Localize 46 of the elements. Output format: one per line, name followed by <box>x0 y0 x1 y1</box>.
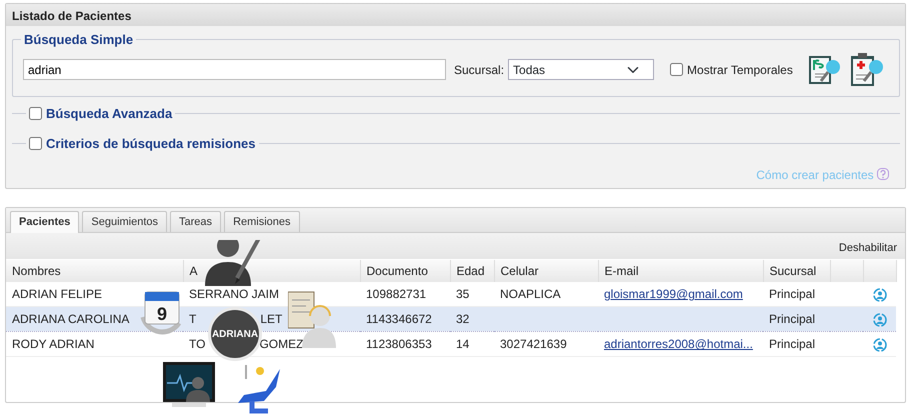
checkbox[interactable] <box>29 137 42 150</box>
person-pen-icon[interactable] <box>203 240 263 286</box>
panel-title: Listado de Pacientes <box>6 4 905 26</box>
table-cell: Principal <box>769 312 816 326</box>
search-field[interactable]: adrian <box>23 59 446 80</box>
table-cell: 1123806353 <box>366 337 432 352</box>
table-cell: LET <box>260 312 282 326</box>
email-link[interactable]: gloismar1999@gmail.com <box>604 287 743 302</box>
table-cell: 14 <box>456 337 470 352</box>
email-link[interactable]: adriantorres2008@hotmai... <box>604 337 753 352</box>
table-cell: ADRIAN FELIPE <box>12 287 102 302</box>
column-header[interactable]: A <box>190 264 198 278</box>
checkbox-label: Mostrar Temporales <box>687 62 793 79</box>
table-cell: 109882731 <box>366 287 426 302</box>
checkbox[interactable] <box>670 63 684 76</box>
table-cell: 35 <box>456 287 470 302</box>
field-label: Sucursal: <box>454 62 504 79</box>
clipboard-search-icon[interactable] <box>849 52 885 88</box>
table-cell: GOMEZ <box>259 337 304 352</box>
user-circle-icon[interactable] <box>872 288 886 302</box>
table-cell: SERRANO JAIM <box>189 287 280 302</box>
user-circle-icon[interactable] <box>872 338 886 352</box>
user-circle-icon[interactable] <box>872 313 886 328</box>
branch-select[interactable]: Todas <box>508 59 654 80</box>
table-cell: RODY ADRIAN <box>12 337 94 352</box>
table-cell: NOAPLICA <box>500 287 561 302</box>
table-cell: 3027421639 <box>500 337 567 352</box>
disable-link[interactable]: Deshabilitar <box>838 242 897 254</box>
checkbox[interactable] <box>29 106 42 120</box>
section-label: Búsqueda Avanzada <box>46 106 172 122</box>
column-header[interactable]: Nombres <box>12 264 61 278</box>
table-cell: ADRIANA CAROLINA <box>12 312 130 326</box>
table-cell: Principal <box>769 287 816 302</box>
monitor-person-icon[interactable] <box>162 361 216 409</box>
table-cell: TO <box>189 337 206 352</box>
table-cell: 1143346672 <box>366 312 432 326</box>
table-cell: 32 <box>456 312 470 326</box>
tab[interactable]: Remisiones <box>224 210 300 232</box>
section-label: Criterios de búsqueda remisiones <box>46 136 256 152</box>
fieldset-legend: Búsqueda Simple <box>21 32 136 48</box>
tab[interactable]: Pacientes <box>10 210 80 234</box>
table-cell: T <box>189 312 196 326</box>
tab[interactable]: Seguimientos <box>82 210 168 232</box>
tab[interactable]: Tareas <box>170 210 222 232</box>
column-header[interactable]: E-mail <box>604 264 639 278</box>
table-cell: Principal <box>769 337 816 352</box>
